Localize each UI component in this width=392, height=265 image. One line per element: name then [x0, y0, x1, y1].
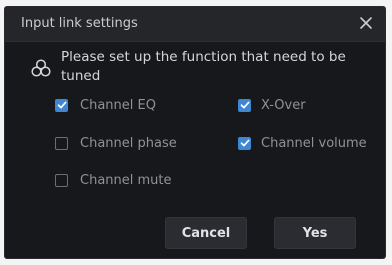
dialog-titlebar: Input link settings: [5, 7, 385, 42]
cancel-button[interactable]: Cancel: [165, 217, 247, 249]
checkmark-icon: [240, 139, 249, 147]
option-label: Channel EQ: [80, 97, 156, 113]
checkbox-channel-mute[interactable]: [55, 173, 68, 187]
checkmark-icon: [240, 101, 249, 109]
option-channel-volume[interactable]: Channel volume: [238, 134, 367, 152]
link-circles-icon: [31, 59, 51, 77]
checkbox-channel-phase[interactable]: [55, 136, 68, 150]
option-label: Channel mute: [80, 172, 172, 188]
option-label: Channel volume: [261, 135, 367, 151]
input-link-settings-dialog: Input link settings Please set up the fu…: [4, 6, 386, 259]
dialog-title: Input link settings: [21, 16, 138, 31]
dialog-prompt: Please set up the function that need to …: [61, 49, 346, 84]
option-x-over[interactable]: X-Over: [238, 96, 306, 114]
checkbox-channel-eq[interactable]: [55, 98, 68, 112]
option-channel-mute[interactable]: Channel mute: [55, 171, 172, 189]
option-channel-phase[interactable]: Channel phase: [55, 134, 177, 152]
close-icon[interactable]: [357, 14, 375, 32]
option-label: X-Over: [261, 97, 306, 113]
yes-button[interactable]: Yes: [274, 217, 356, 249]
checkbox-x-over[interactable]: [238, 98, 251, 112]
checkmark-icon: [57, 101, 66, 109]
option-channel-eq[interactable]: Channel EQ: [55, 96, 156, 114]
option-label: Channel phase: [80, 135, 177, 151]
checkbox-channel-volume[interactable]: [238, 136, 251, 150]
